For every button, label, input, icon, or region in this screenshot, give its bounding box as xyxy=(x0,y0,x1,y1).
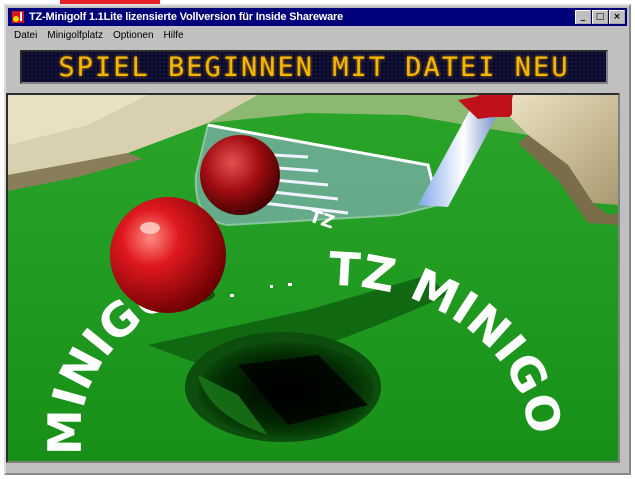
golf-ball xyxy=(110,197,226,313)
maximize-button[interactable]: □ xyxy=(592,10,608,24)
menu-datei[interactable]: Datei xyxy=(14,30,37,41)
window-title: TZ-Minigolf 1.1Lite lizensierte Vollvers… xyxy=(29,11,344,23)
scene-graphic: MINIGO TZ MINIGO TZ xyxy=(8,95,618,461)
title-bar[interactable]: TZ-Minigolf 1.1Lite lizensierte Vollvers… xyxy=(8,8,627,26)
back-ball xyxy=(200,135,280,215)
close-button[interactable]: × xyxy=(609,10,625,24)
menu-minigolfplatz[interactable]: Minigolfplatz xyxy=(47,30,103,41)
golf-hole xyxy=(185,332,381,442)
game-scene[interactable]: MINIGO TZ MINIGO TZ xyxy=(6,93,620,463)
minimize-button[interactable]: _ xyxy=(575,10,591,24)
menu-hilfe[interactable]: Hilfe xyxy=(164,30,184,41)
app-icon[interactable] xyxy=(11,10,25,24)
menu-bar: Datei Minigolfplatz Optionen Hilfe xyxy=(8,27,627,43)
window-controls: _ □ × xyxy=(575,10,625,24)
led-display: SPIEL BEGINNEN MIT DATEI NEU xyxy=(20,50,608,84)
led-message: SPIEL BEGINNEN MIT DATEI NEU xyxy=(58,51,570,83)
menu-optionen[interactable]: Optionen xyxy=(113,30,154,41)
